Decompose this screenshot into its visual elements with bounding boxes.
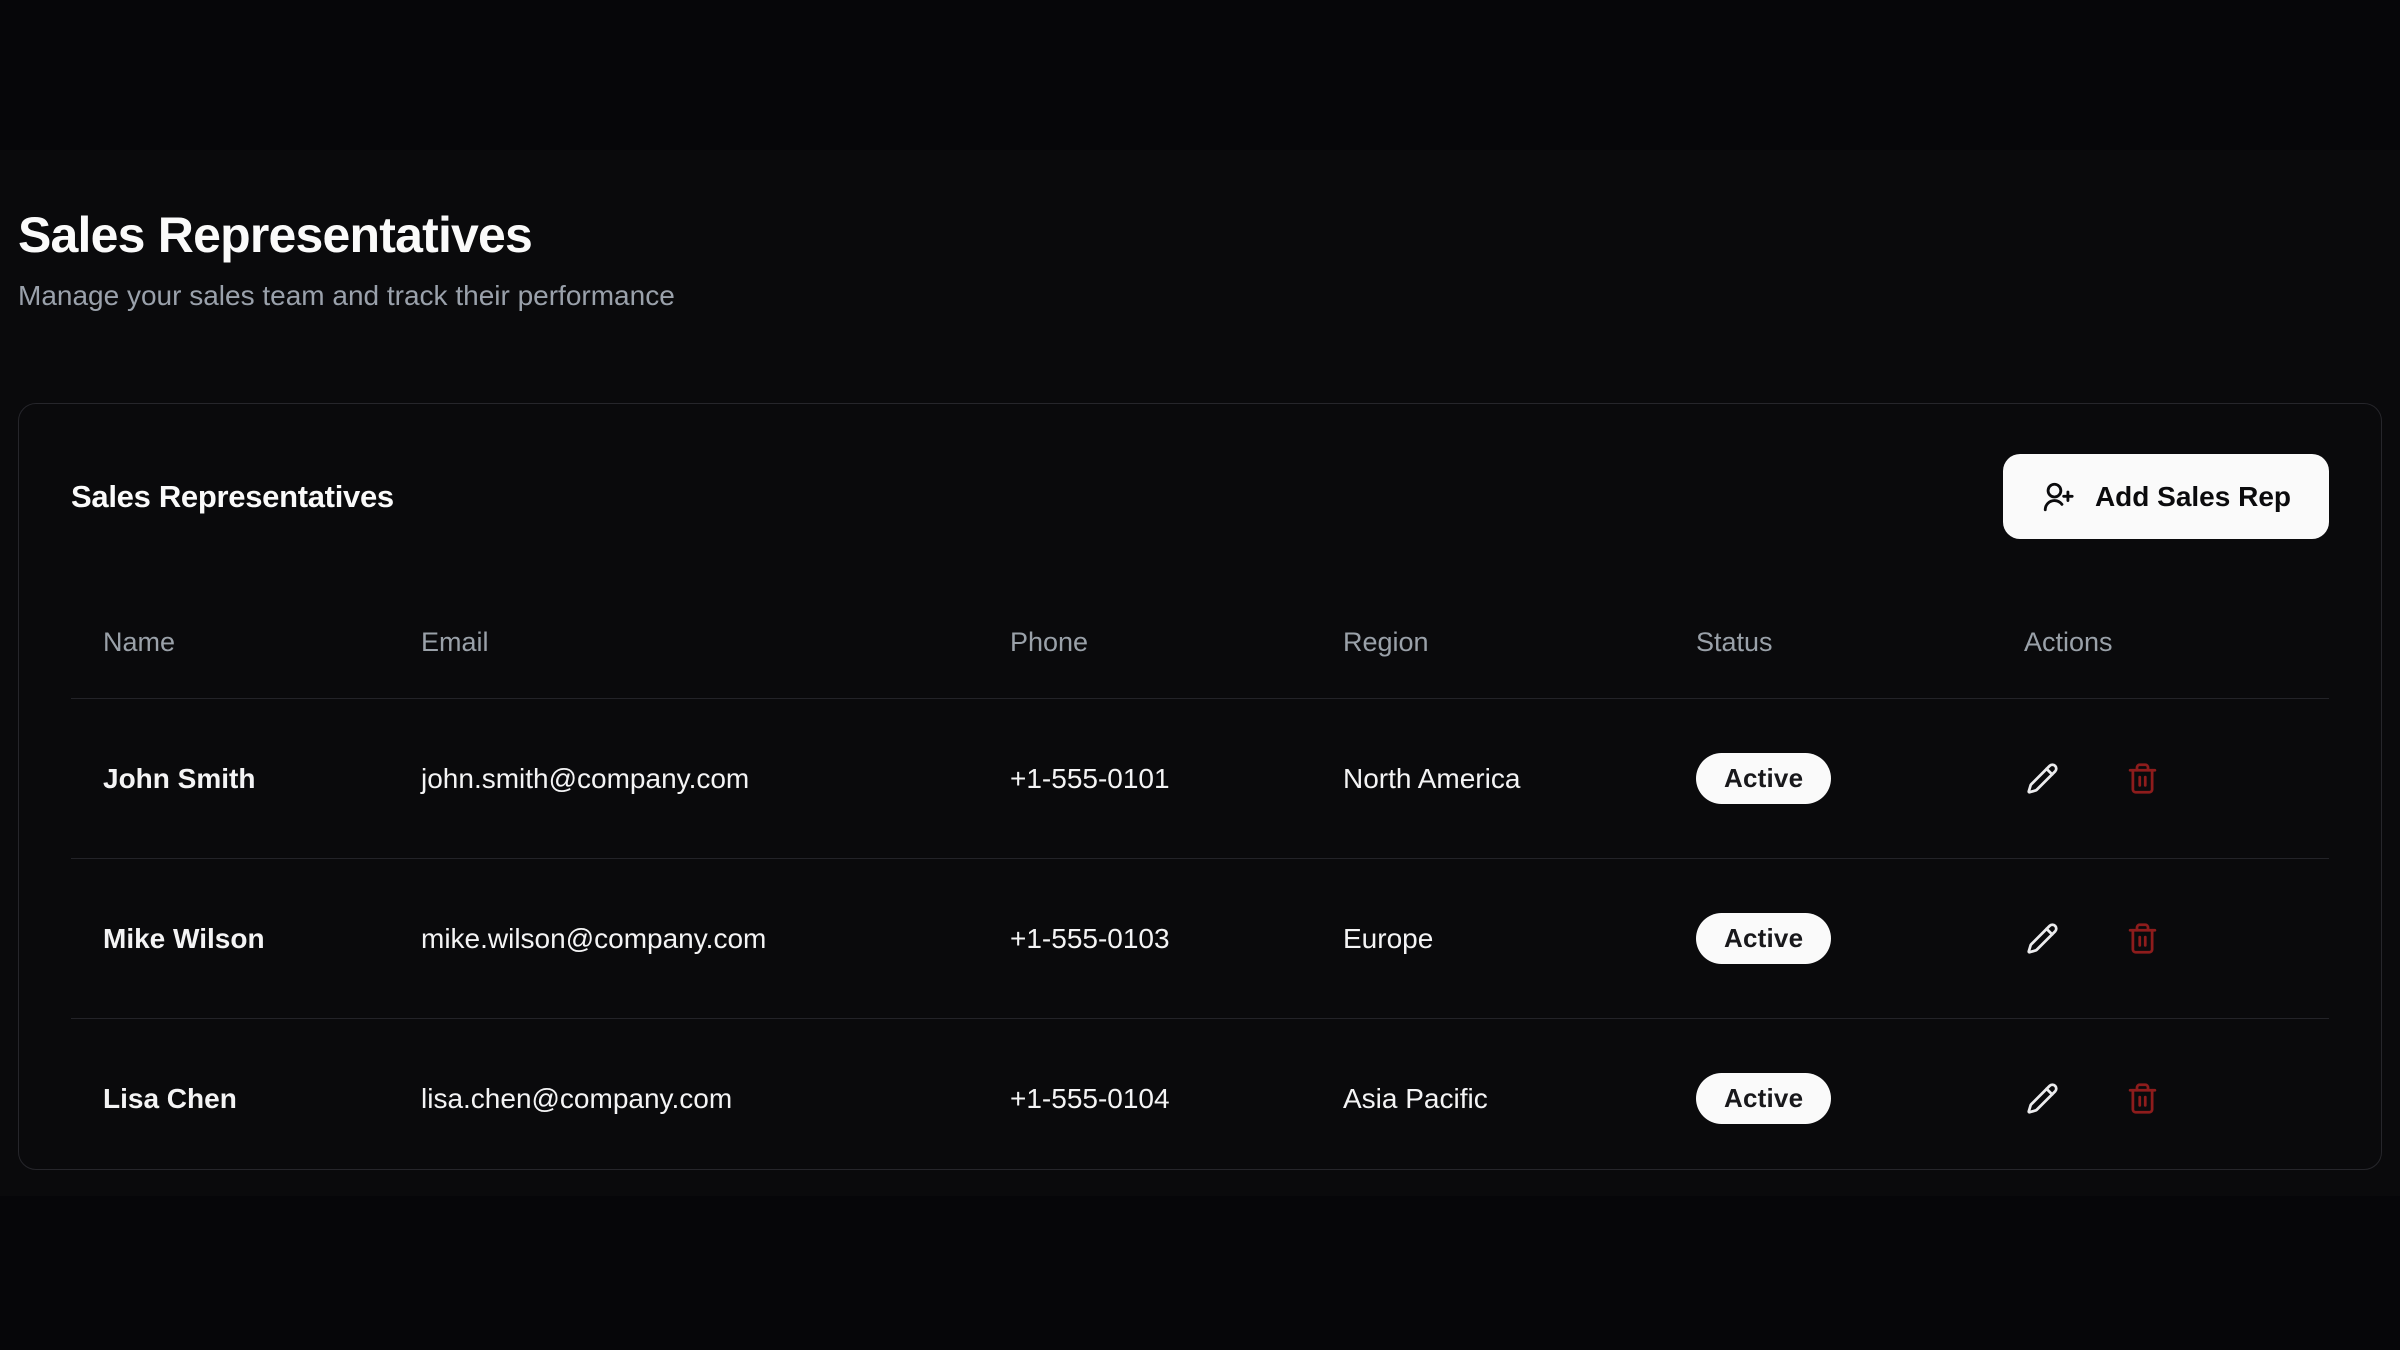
delete-button[interactable] bbox=[2124, 921, 2160, 957]
pencil-icon bbox=[2026, 1082, 2059, 1115]
column-header-actions: Actions bbox=[1992, 627, 2329, 699]
add-sales-rep-button[interactable]: Add Sales Rep bbox=[2003, 454, 2329, 539]
column-header-phone: Phone bbox=[978, 627, 1311, 699]
edit-button[interactable] bbox=[2024, 761, 2060, 797]
user-plus-icon bbox=[2041, 480, 2075, 514]
column-header-name: Name bbox=[71, 627, 389, 699]
page-title: Sales Representatives bbox=[18, 206, 2382, 264]
delete-button[interactable] bbox=[2124, 761, 2160, 797]
trash-icon bbox=[2126, 922, 2159, 955]
pencil-icon bbox=[2026, 762, 2059, 795]
rep-name: Lisa Chen bbox=[71, 1019, 389, 1179]
card-header: Sales Representatives Add Sales Rep bbox=[71, 454, 2329, 539]
trash-icon bbox=[2126, 762, 2159, 795]
delete-button[interactable] bbox=[2124, 1081, 2160, 1117]
add-sales-rep-button-label: Add Sales Rep bbox=[2095, 481, 2291, 513]
row-actions bbox=[2024, 921, 2329, 957]
sales-reps-card: Sales Representatives Add Sales Rep bbox=[18, 403, 2382, 1170]
rep-name: Mike Wilson bbox=[71, 859, 389, 1019]
column-header-email: Email bbox=[389, 627, 978, 699]
rep-region: Asia Pacific bbox=[1311, 1019, 1664, 1179]
rep-email: john.smith@company.com bbox=[389, 699, 978, 859]
column-header-status: Status bbox=[1664, 627, 1992, 699]
rep-region: North America bbox=[1311, 699, 1664, 859]
row-actions bbox=[2024, 1081, 2329, 1117]
page-subtitle: Manage your sales team and track their p… bbox=[18, 280, 2382, 312]
table-row: John Smith john.smith@company.com +1-555… bbox=[71, 699, 2329, 859]
status-badge: Active bbox=[1696, 913, 1831, 964]
trash-icon bbox=[2126, 1082, 2159, 1115]
table-header-row: Name Email Phone Region Status Actions bbox=[71, 627, 2329, 699]
rep-phone: +1-555-0103 bbox=[978, 859, 1311, 1019]
rep-region: Europe bbox=[1311, 859, 1664, 1019]
row-actions bbox=[2024, 761, 2329, 797]
edit-button[interactable] bbox=[2024, 1081, 2060, 1117]
rep-email: lisa.chen@company.com bbox=[389, 1019, 978, 1179]
page-header: Sales Representatives Manage your sales … bbox=[0, 150, 2400, 312]
sales-reps-table: Name Email Phone Region Status Actions J… bbox=[71, 627, 2329, 1178]
status-badge: Active bbox=[1696, 753, 1831, 804]
table-row: Lisa Chen lisa.chen@company.com +1-555-0… bbox=[71, 1019, 2329, 1179]
pencil-icon bbox=[2026, 922, 2059, 955]
rep-phone: +1-555-0104 bbox=[978, 1019, 1311, 1179]
rep-email: mike.wilson@company.com bbox=[389, 859, 978, 1019]
rep-phone: +1-555-0101 bbox=[978, 699, 1311, 859]
table-row: Mike Wilson mike.wilson@company.com +1-5… bbox=[71, 859, 2329, 1019]
status-badge: Active bbox=[1696, 1073, 1831, 1124]
edit-button[interactable] bbox=[2024, 921, 2060, 957]
card-title: Sales Representatives bbox=[71, 479, 394, 515]
content-area: Sales Representatives Manage your sales … bbox=[0, 150, 2400, 1196]
column-header-region: Region bbox=[1311, 627, 1664, 699]
rep-name: John Smith bbox=[71, 699, 389, 859]
